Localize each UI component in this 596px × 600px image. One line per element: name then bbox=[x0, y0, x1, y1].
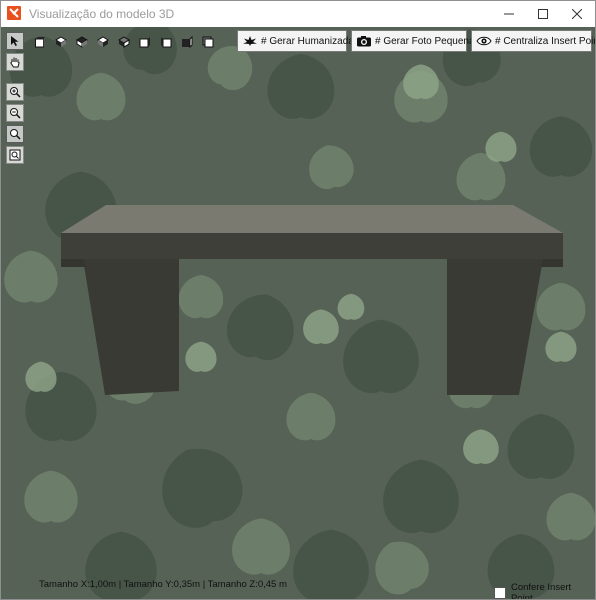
close-button[interactable] bbox=[560, 1, 594, 27]
insert-point-check[interactable]: Confere Insert Point bbox=[494, 582, 595, 599]
3d-viewport[interactable]: # Gerar Humanizada # Gerar Foto Pequena … bbox=[1, 27, 595, 599]
select-tool-button[interactable] bbox=[6, 32, 24, 50]
zoom-out-icon bbox=[10, 108, 21, 119]
maximize-icon bbox=[538, 9, 548, 19]
app-logo-icon bbox=[7, 6, 21, 20]
zoom-extents-tool-button[interactable] bbox=[6, 146, 24, 164]
view-right-button[interactable] bbox=[176, 32, 197, 52]
view-left-button[interactable] bbox=[155, 32, 176, 52]
magnifier-icon bbox=[10, 129, 21, 140]
view-top-icon bbox=[34, 37, 45, 48]
zoom-in-tool-button[interactable] bbox=[6, 83, 24, 101]
view-toolbar bbox=[29, 31, 218, 53]
pan-tool-button[interactable] bbox=[6, 53, 24, 71]
view-iso-nw-icon bbox=[117, 36, 130, 48]
center-insert-point-label: # Centraliza Insert Point bbox=[495, 35, 595, 47]
bench-front-face bbox=[61, 233, 563, 259]
eye-icon bbox=[476, 35, 492, 47]
leaf-icon bbox=[242, 35, 258, 47]
view-front-button[interactable] bbox=[134, 32, 155, 52]
close-icon bbox=[572, 9, 582, 19]
view-iso-sw-icon bbox=[54, 36, 67, 47]
generate-humanized-button[interactable]: # Gerar Humanizada bbox=[237, 30, 354, 52]
minimize-icon bbox=[504, 13, 514, 15]
zoom-extents-icon bbox=[9, 149, 21, 161]
view-left-icon bbox=[160, 37, 171, 48]
view-back-icon bbox=[202, 36, 213, 48]
view-iso-ne-button[interactable] bbox=[92, 32, 113, 52]
zoom-tool-button[interactable] bbox=[6, 125, 24, 143]
title-bar[interactable]: Visualização do modelo 3D bbox=[1, 1, 595, 27]
view-iso-nw-button[interactable] bbox=[113, 32, 134, 52]
view-right-icon bbox=[181, 36, 192, 48]
zoom-in-icon bbox=[10, 87, 21, 98]
hand-icon bbox=[10, 57, 20, 68]
bench-left-leg bbox=[83, 259, 179, 395]
insert-point-checkbox[interactable] bbox=[494, 587, 506, 599]
generate-small-photo-button[interactable]: # Gerar Foto Pequena bbox=[351, 30, 475, 52]
view-back-button[interactable] bbox=[197, 32, 218, 52]
pointer-arrow-icon bbox=[11, 36, 19, 46]
insert-point-label: Confere Insert Point bbox=[510, 582, 572, 599]
view-iso-sw-button[interactable] bbox=[50, 32, 71, 52]
camera-icon bbox=[356, 35, 372, 47]
minimize-button[interactable] bbox=[492, 1, 526, 27]
view-iso-se-button[interactable] bbox=[71, 32, 92, 52]
dimensions-status: Tamanho X:1,00m | Tamanho Y:0,35m | Tama… bbox=[39, 579, 287, 590]
maximize-button[interactable] bbox=[526, 1, 560, 27]
zoom-out-tool-button[interactable] bbox=[6, 104, 24, 122]
app-window: Visualização do modelo 3D # Gerar Humani… bbox=[0, 0, 596, 600]
view-top-button[interactable] bbox=[29, 32, 50, 52]
view-iso-ne-icon bbox=[96, 36, 109, 47]
view-front-icon bbox=[139, 37, 150, 48]
generate-humanized-label: # Gerar Humanizada bbox=[261, 35, 354, 47]
center-insert-point-button[interactable]: # Centraliza Insert Point bbox=[471, 30, 595, 52]
left-toolbar bbox=[6, 32, 26, 167]
bench-right-leg bbox=[447, 259, 543, 395]
bench-top-surface bbox=[61, 205, 563, 233]
window-title: Visualização do modelo 3D bbox=[29, 7, 175, 21]
view-iso-se-icon bbox=[75, 36, 88, 48]
generate-small-photo-label: # Gerar Foto Pequena bbox=[375, 35, 475, 47]
bench-model bbox=[61, 205, 563, 395]
